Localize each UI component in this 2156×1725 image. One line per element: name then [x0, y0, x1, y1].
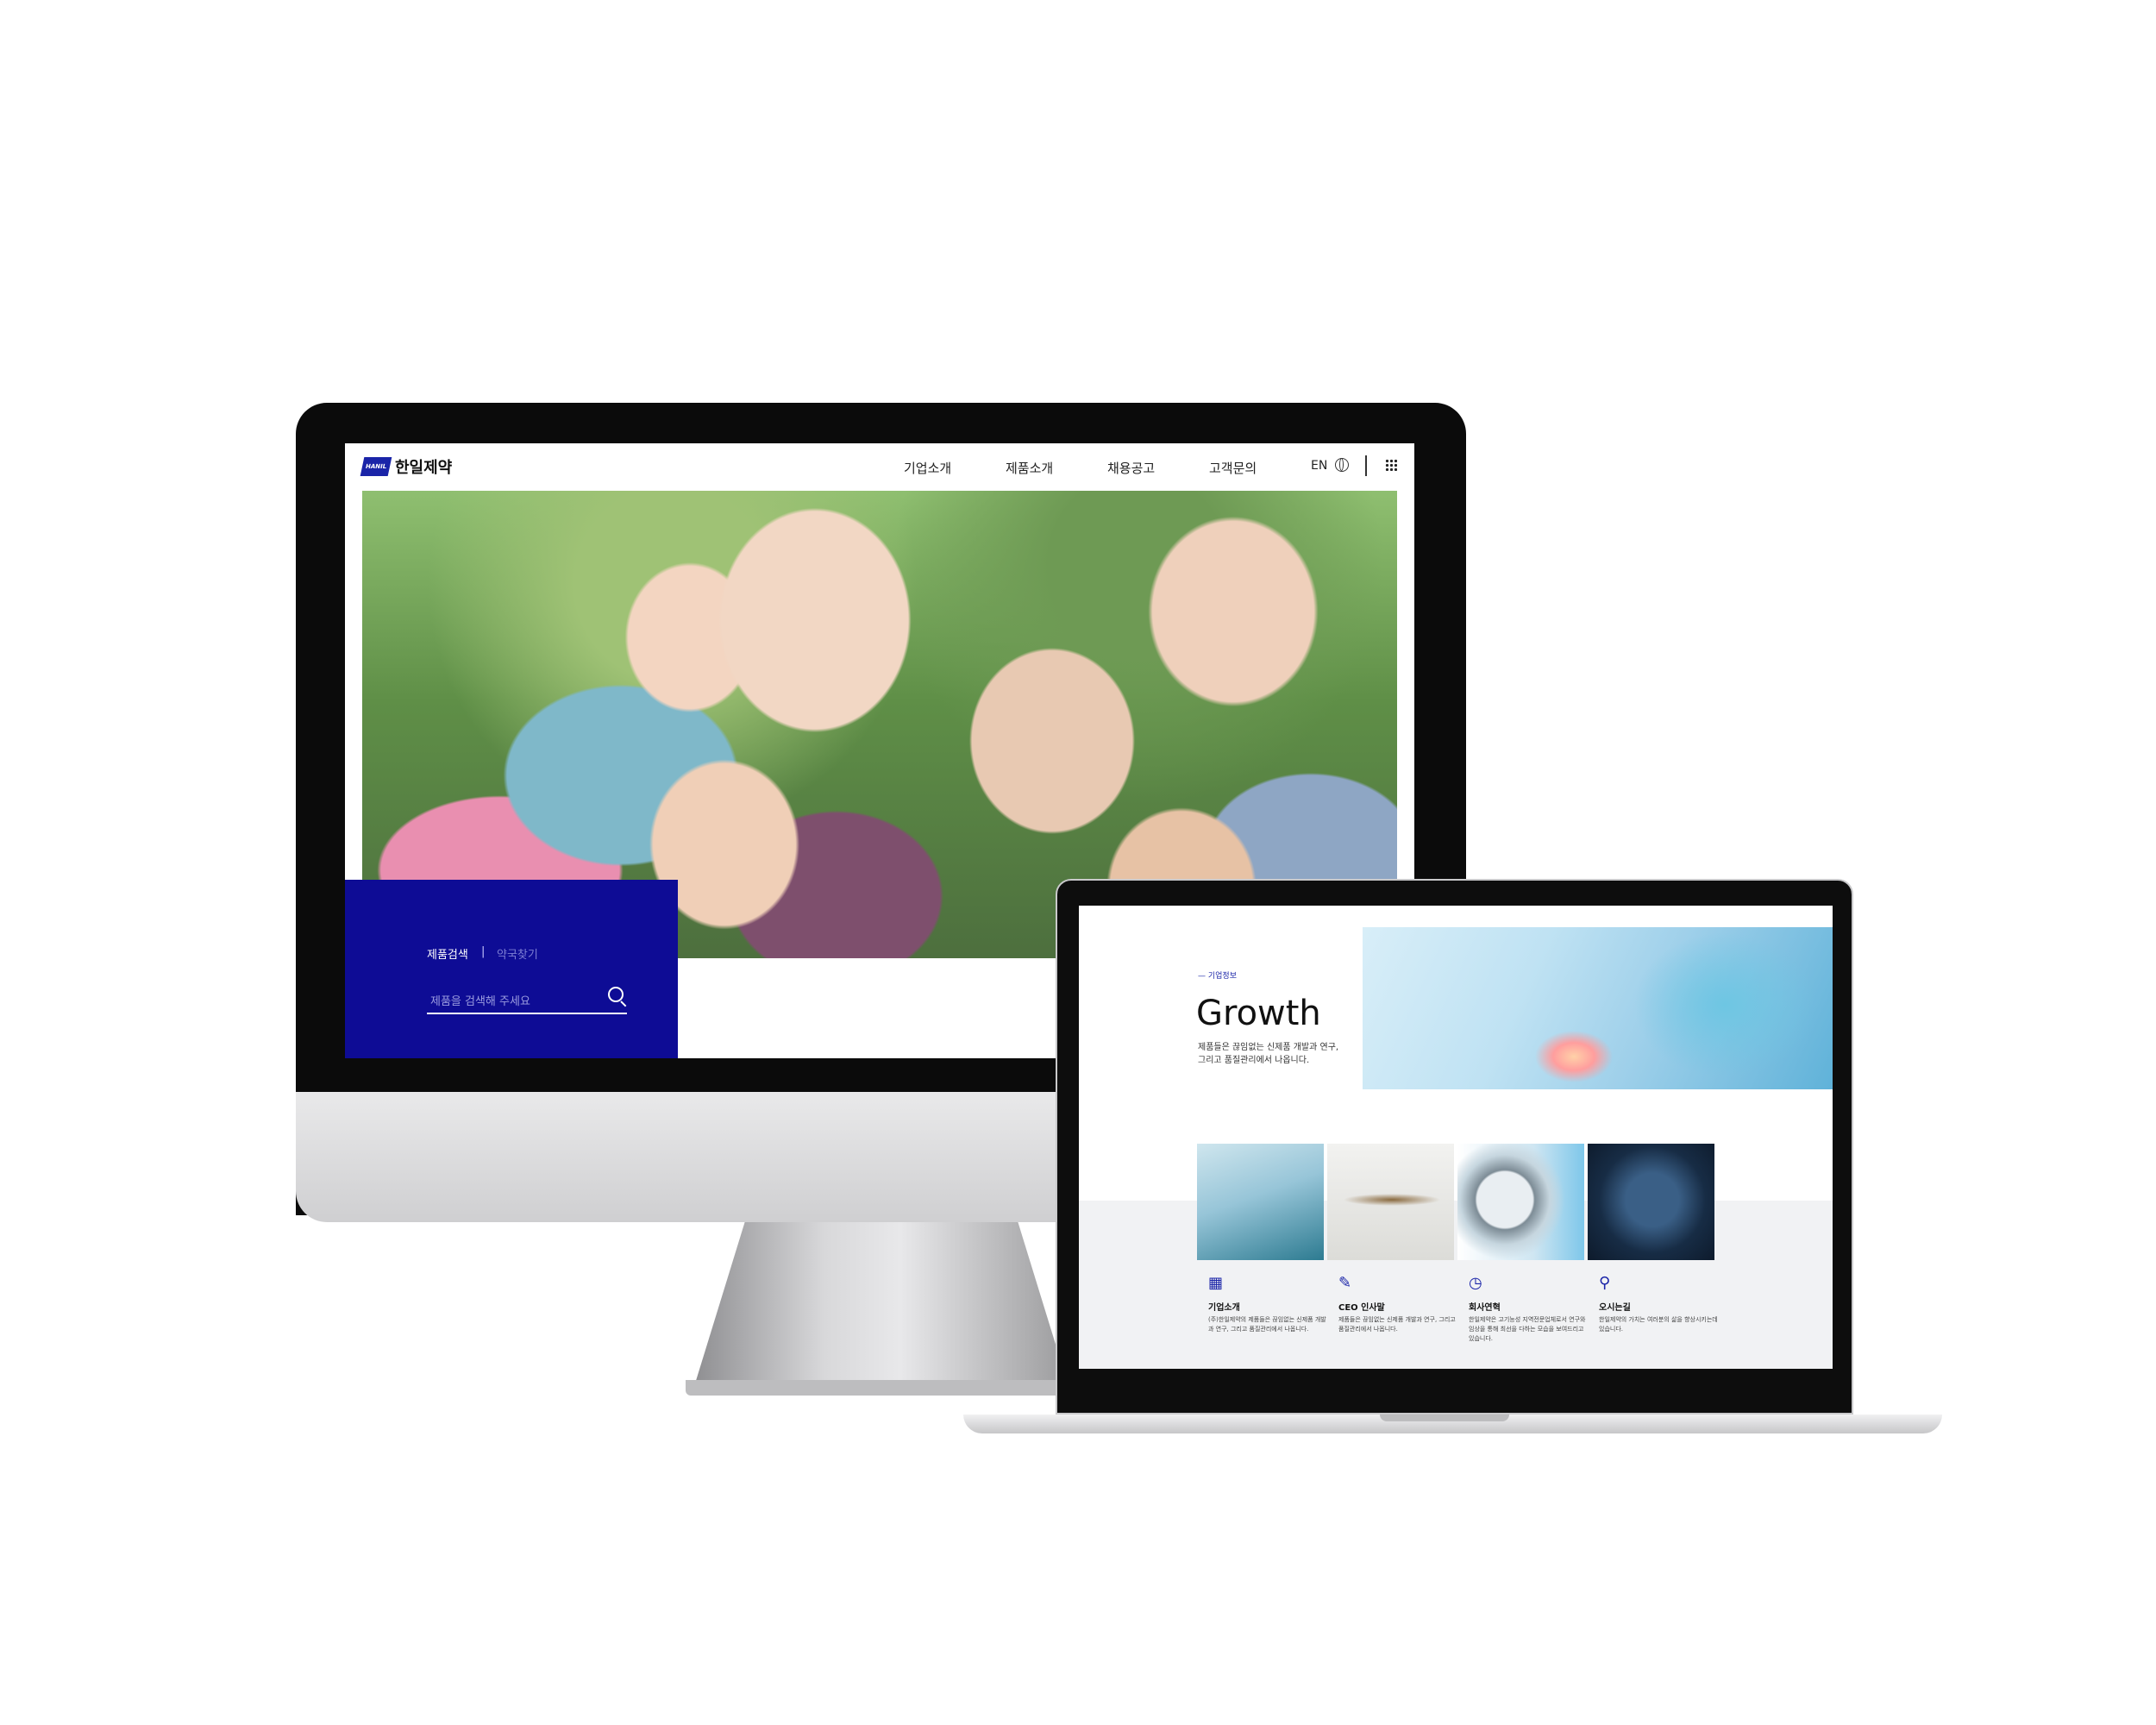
card-text-company: (주)한일제약의 제품들은 끊임없는 신제품 개발과 연구, 그리고 품질관리에… [1208, 1316, 1326, 1333]
card-image-building[interactable] [1197, 1144, 1324, 1260]
desktop-monitor-stand [692, 1222, 1071, 1395]
card-text-directions: 한일제약의 가치는 여러분의 삶을 향상시키는데 있습니다. [1599, 1316, 1718, 1333]
laboratory-image [1363, 927, 1833, 1089]
logo-mark[interactable]: HANIL [360, 457, 392, 476]
nav-item-contact[interactable]: 고객문의 [1209, 459, 1257, 477]
cards-background-band [1079, 1201, 1833, 1369]
globe-icon[interactable] [1335, 458, 1349, 472]
card-title-company[interactable]: 기업소개 [1208, 1300, 1240, 1313]
history-icon: ◷ [1469, 1274, 1482, 1292]
section-kicker: — 기업정보 [1198, 972, 1237, 981]
card-image-globe[interactable] [1457, 1144, 1584, 1260]
section-description: 제품들은 끊임없는 신제품 개발과 연구, 그리고 품질관리에서 나옵니다. [1198, 1043, 1339, 1065]
product-search-panel: 제품검색 | 약국찾기 제품을 검색해 주세요 [345, 880, 678, 1058]
card-title-directions[interactable]: 오시는길 [1599, 1300, 1631, 1313]
site-header: HANIL 한일제약 기업소개 제품소개 채용공고 고객문의 EN [345, 443, 1414, 491]
nav-item-company[interactable]: 기업소개 [904, 459, 951, 477]
search-input[interactable]: 제품을 검색해 주세요 [427, 983, 627, 1014]
desktop-monitor-foot [686, 1380, 1078, 1396]
card-title-history[interactable]: 회사연혁 [1469, 1300, 1501, 1313]
card-image-fountain-pen[interactable] [1327, 1144, 1454, 1260]
search-placeholder: 제품을 검색해 주세요 [430, 995, 530, 1008]
nav-item-products[interactable]: 제품소개 [1006, 459, 1053, 477]
location-pin-icon: ⚲ [1599, 1274, 1611, 1292]
logo-text[interactable]: 한일제약 [395, 455, 452, 478]
tab-product-search[interactable]: 제품검색 [427, 945, 468, 962]
search-icon[interactable] [608, 987, 624, 1002]
section-title: Growth [1196, 994, 1321, 1033]
nav-item-careers[interactable]: 채용공고 [1107, 459, 1155, 477]
card-title-ceo[interactable]: CEO 인사말 [1338, 1300, 1385, 1313]
menu-grid-icon[interactable] [1385, 459, 1397, 471]
card-text-ceo: 제품들은 끊임없는 신제품 개발과 연구, 그리고 품질관리에서 나옵니다. [1338, 1316, 1456, 1333]
pen-icon: ✎ [1338, 1274, 1352, 1292]
laptop-notch [1380, 1414, 1509, 1421]
card-image-compass[interactable] [1588, 1144, 1714, 1260]
tab-pharmacy-finder[interactable]: 약국찾기 [497, 945, 538, 962]
card-text-history: 한일제약은 고기능성 지역전문업체로서 연구와 임상을 통해 최선을 다하는 모… [1469, 1316, 1586, 1342]
header-divider [1365, 455, 1367, 476]
building-icon: ▦ [1208, 1274, 1224, 1292]
laptop-screen: — 기업정보 Growth 제품들은 끊임없는 신제품 개발과 연구, 그리고 … [1079, 906, 1833, 1369]
tab-separator: | [481, 945, 486, 958]
language-toggle[interactable]: EN [1311, 459, 1327, 473]
